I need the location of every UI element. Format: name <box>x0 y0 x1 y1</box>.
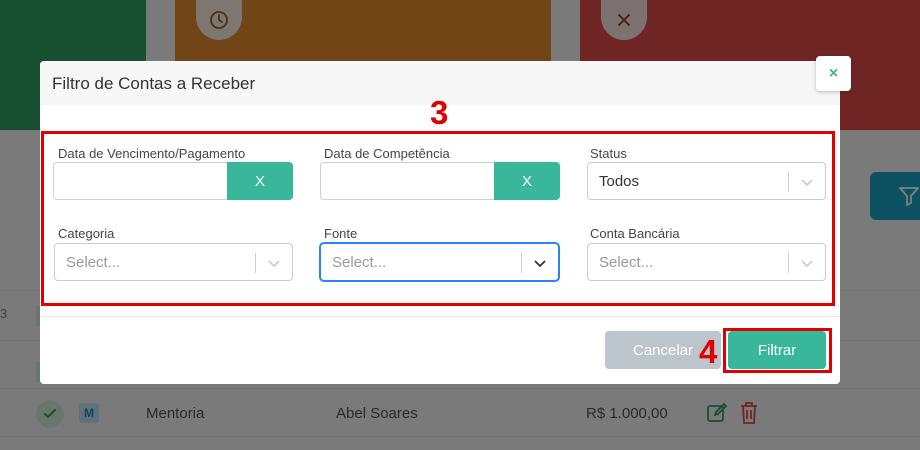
bank-account-label: Conta Bancária <box>590 226 680 241</box>
status-select-value: Todos <box>599 173 640 190</box>
filter-modal: Filtro de Contas a Receber × 3 Data de V… <box>40 56 851 384</box>
category-select-placeholder: Select... <box>66 254 121 271</box>
status-label: Status <box>590 146 627 161</box>
chevron-down-icon <box>801 179 813 187</box>
category-select[interactable]: Select... <box>54 243 293 281</box>
competence-date-label: Data de Competência <box>324 146 450 161</box>
competence-date-input[interactable] <box>320 162 494 200</box>
select-divider <box>255 253 256 273</box>
source-label: Fonte <box>324 226 358 241</box>
close-button[interactable]: × <box>816 56 851 91</box>
modal-title: Filtro de Contas a Receber <box>52 74 256 93</box>
annotation-label-step-3: 3 <box>430 94 449 131</box>
chevron-down-icon <box>268 260 280 268</box>
chevron-down-icon <box>801 260 813 268</box>
select-divider <box>788 172 789 192</box>
footer-divider <box>40 316 840 317</box>
due-date-input[interactable] <box>53 162 227 200</box>
annotation-label-step-4: 4 <box>699 333 718 370</box>
chevron-down-icon <box>534 260 546 268</box>
select-divider <box>788 253 789 273</box>
due-date-clear-button[interactable]: X <box>227 162 293 200</box>
category-label: Categoria <box>58 226 115 241</box>
due-date-label: Data de Vencimento/Pagamento <box>58 146 246 161</box>
annotation-box-step-4 <box>723 328 832 373</box>
source-select[interactable]: Select... <box>320 243 559 281</box>
bank-account-select-placeholder: Select... <box>599 254 654 271</box>
bank-account-select[interactable]: Select... <box>587 243 826 281</box>
select-divider <box>521 253 522 273</box>
status-select[interactable]: Todos <box>587 162 826 200</box>
competence-date-clear-button[interactable]: X <box>494 162 560 200</box>
source-select-placeholder: Select... <box>332 254 387 271</box>
